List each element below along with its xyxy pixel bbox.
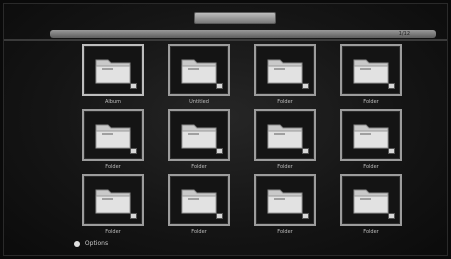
grid-item[interactable]: Album — [82, 44, 144, 114]
thumbnail — [254, 109, 316, 161]
thumbnail — [340, 44, 402, 96]
badge-icon — [388, 148, 395, 154]
grid-item-label: Album — [104, 99, 122, 105]
grid-item[interactable]: Folder — [254, 174, 316, 244]
badge-icon — [216, 83, 223, 89]
red-dot-icon — [74, 240, 80, 247]
thumbnail — [168, 109, 230, 161]
grid-item[interactable]: Folder — [340, 109, 402, 179]
thumbnail — [340, 109, 402, 161]
grid-item-label: Folder — [363, 164, 379, 170]
thumbnail — [82, 44, 144, 96]
grid-item[interactable]: Folder — [168, 174, 230, 244]
grid-item-label: Folder — [105, 164, 121, 170]
grid-item[interactable]: Untitled — [168, 44, 230, 114]
footer-hint[interactable]: Options — [74, 240, 108, 247]
badge-icon — [302, 213, 309, 219]
footer-button-label: Options — [84, 240, 109, 247]
grid-item-label: Untitled — [189, 99, 209, 105]
thumbnail — [254, 44, 316, 96]
badge-icon — [388, 213, 395, 219]
thumbnail — [254, 174, 316, 226]
grid-item-label: Folder — [363, 229, 379, 235]
grid-item[interactable]: Folder — [82, 174, 144, 244]
grid-item[interactable]: Folder — [82, 109, 144, 179]
badge-icon — [130, 213, 137, 219]
badge-icon — [216, 148, 223, 154]
grid-item-label: Folder — [191, 229, 207, 235]
thumbnail — [168, 174, 230, 226]
thumbnail — [168, 44, 230, 96]
grid-item[interactable]: Folder — [168, 109, 230, 179]
grid-item-label: Folder — [277, 164, 293, 170]
grid-item[interactable]: Folder — [340, 44, 402, 114]
grid-item-label: Folder — [277, 229, 293, 235]
thumbnail — [82, 174, 144, 226]
grid-item[interactable]: Folder — [340, 174, 402, 244]
grid-item-label: Folder — [191, 164, 207, 170]
badge-icon — [302, 148, 309, 154]
badge-icon — [130, 83, 137, 89]
thumbnail — [340, 174, 402, 226]
grid-item-label: Folder — [105, 229, 121, 235]
grid-item[interactable]: Folder — [254, 44, 316, 114]
thumbnail-grid: Album Untitled Folder Folder Folder Folder Fol… — [4, 4, 447, 255]
badge-icon — [130, 148, 137, 154]
grid-item[interactable]: Folder — [254, 109, 316, 179]
grid-item-label: Folder — [363, 99, 379, 105]
badge-icon — [216, 213, 223, 219]
grid-item-label: Folder — [277, 99, 293, 105]
media-browser-screen: 1/12 Album Untitled Folder Folder Folder Fold… — [3, 3, 448, 256]
badge-icon — [388, 83, 395, 89]
badge-icon — [302, 83, 309, 89]
thumbnail — [82, 109, 144, 161]
